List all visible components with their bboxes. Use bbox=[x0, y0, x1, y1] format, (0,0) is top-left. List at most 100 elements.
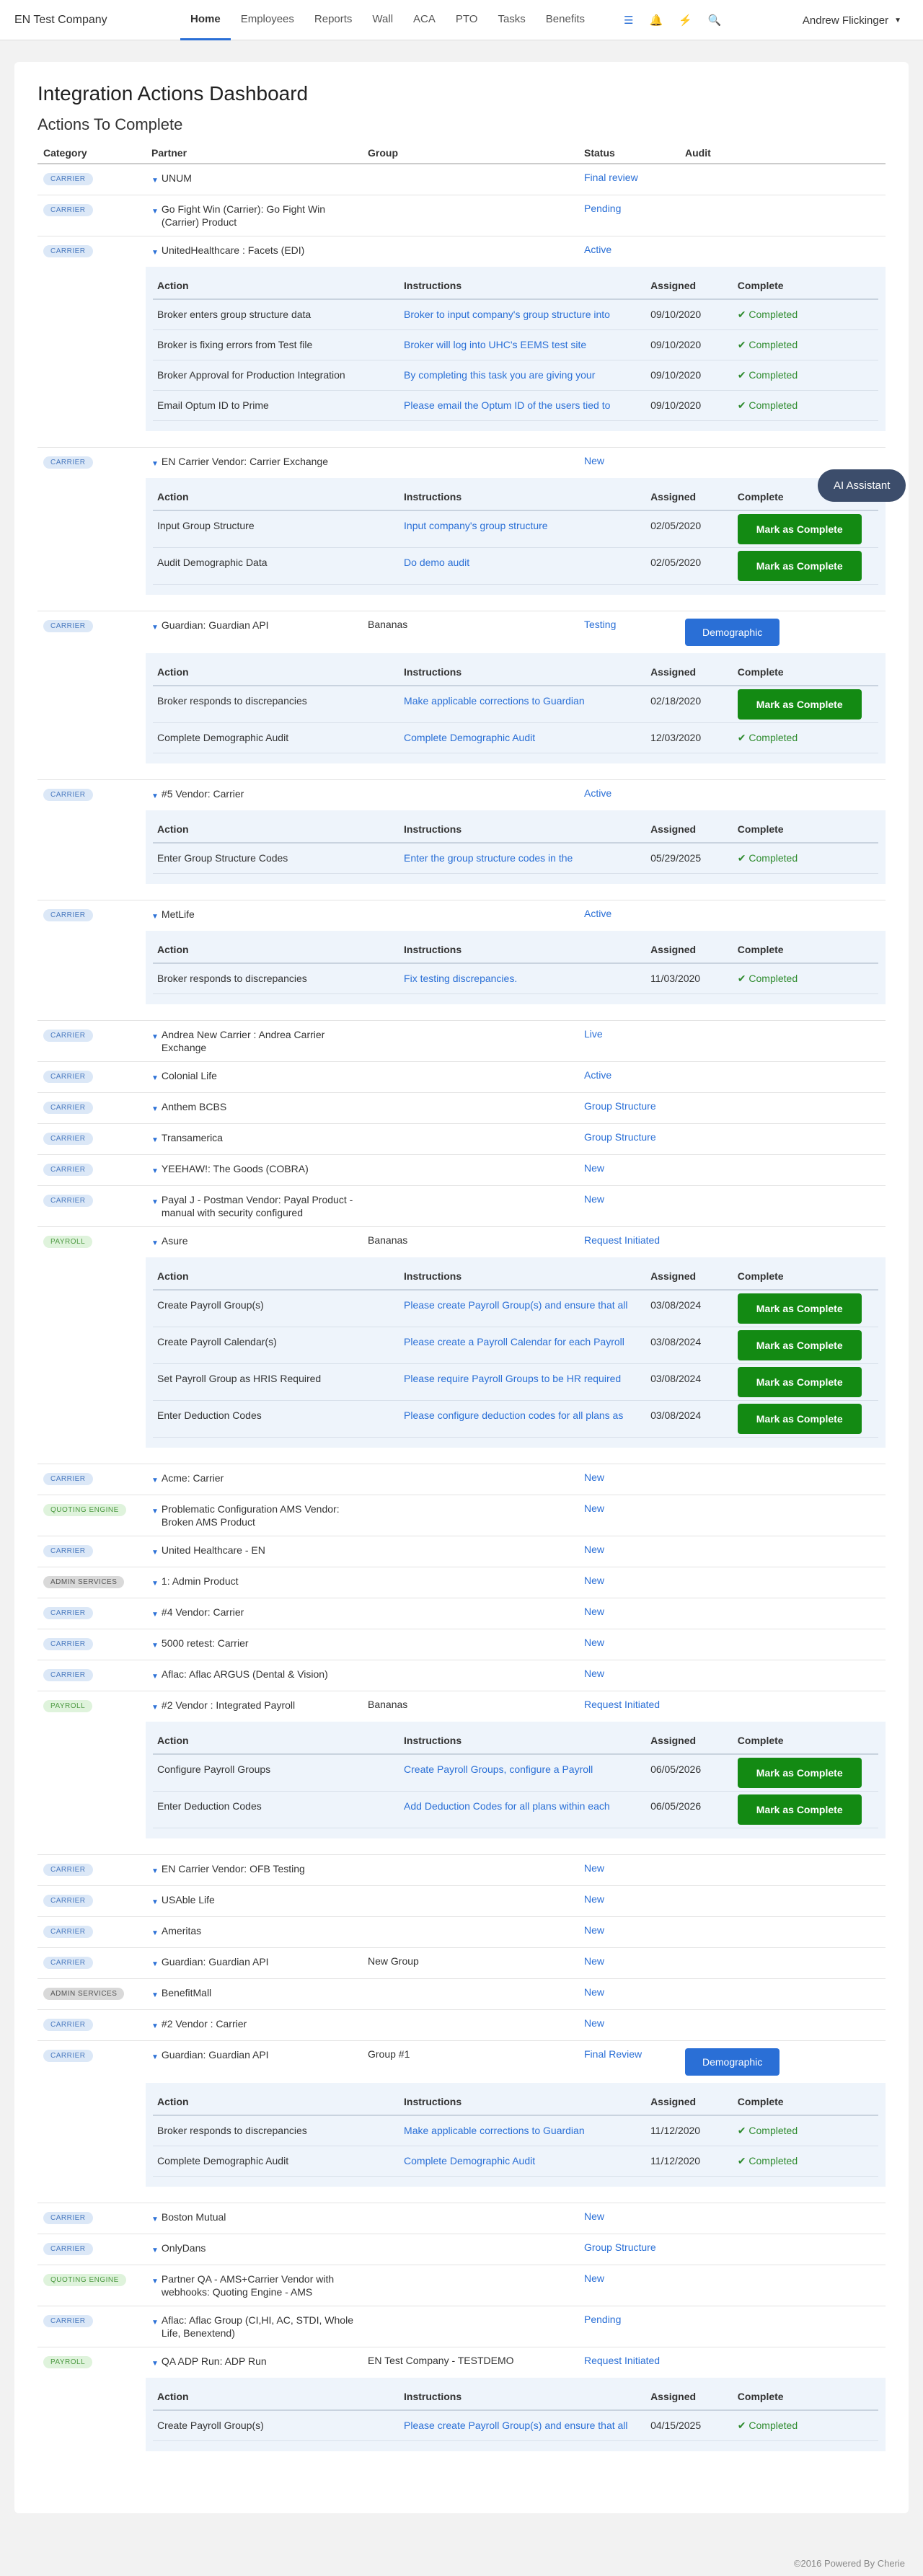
instructions-link[interactable]: Please require Payroll Groups to be HR r… bbox=[399, 1363, 647, 1401]
instructions-link[interactable]: Please create Payroll Group(s) and ensur… bbox=[399, 2410, 647, 2441]
status-link[interactable]: Final Review bbox=[584, 2048, 642, 2060]
partner-toggle[interactable]: ▼ USAble Life bbox=[151, 1893, 356, 1909]
partner-toggle[interactable]: ▼ Go Fight Win (Carrier): Go Fight Win (C… bbox=[151, 203, 356, 229]
partner-toggle[interactable]: ▼ Aflac: Aflac Group (CI,HI, AC, STDI, Wh… bbox=[151, 2314, 356, 2340]
status-link[interactable]: New bbox=[584, 1162, 604, 1174]
partner-toggle[interactable]: ▼ Partner QA - AMS+Carrier Vendor with we… bbox=[151, 2272, 356, 2298]
instructions-link[interactable]: Make applicable corrections to Guardian bbox=[399, 2115, 647, 2146]
status-link[interactable]: New bbox=[584, 1637, 604, 1648]
status-link[interactable]: New bbox=[584, 1668, 604, 1679]
status-link[interactable]: Group Structure bbox=[584, 1131, 656, 1143]
status-link[interactable]: New bbox=[584, 2210, 604, 2222]
mark-as-complete-button[interactable]: Mark as Complete bbox=[737, 1758, 862, 1788]
status-link[interactable]: Active bbox=[584, 908, 611, 919]
nav-link-employees[interactable]: Employees bbox=[231, 0, 304, 40]
instructions-link[interactable]: Please email the Optum ID of the users t… bbox=[399, 390, 647, 421]
status-link[interactable]: New bbox=[584, 1986, 604, 1998]
list-icon[interactable]: ☰ bbox=[624, 14, 633, 27]
partner-toggle[interactable]: ▼ QA ADP Run: ADP Run bbox=[151, 2355, 356, 2371]
bolt-icon[interactable]: ⚡ bbox=[679, 14, 692, 27]
partner-toggle[interactable]: ▼ Acme: Carrier bbox=[151, 1471, 356, 1487]
status-link[interactable]: Active bbox=[584, 787, 611, 799]
instructions-link[interactable]: By completing this task you are giving y… bbox=[399, 360, 647, 391]
instructions-link[interactable]: Make applicable corrections to Guardian bbox=[399, 686, 647, 723]
status-link[interactable]: New bbox=[584, 1471, 604, 1483]
instructions-link[interactable]: Do demo audit bbox=[399, 547, 647, 585]
partner-toggle[interactable]: ▼ Guardian: Guardian API bbox=[151, 619, 356, 634]
status-link[interactable]: New bbox=[584, 1544, 604, 1555]
partner-toggle[interactable]: ▼ OnlyDans bbox=[151, 2241, 356, 2257]
partner-toggle[interactable]: ▼ 1: Admin Product bbox=[151, 1575, 356, 1590]
user-menu[interactable]: Andrew Flickinger ▼ bbox=[803, 0, 901, 40]
demographic-button[interactable]: Demographic bbox=[685, 619, 780, 646]
partner-toggle[interactable]: ▼ Ameritas bbox=[151, 1924, 356, 1940]
partner-toggle[interactable]: ▼ Guardian: Guardian API bbox=[151, 2048, 356, 2064]
status-link[interactable]: New bbox=[584, 1862, 604, 1874]
nav-link-benefits[interactable]: Benefits bbox=[536, 0, 595, 40]
instructions-link[interactable]: Please configure deduction codes for all… bbox=[399, 1400, 647, 1438]
mark-as-complete-button[interactable]: Mark as Complete bbox=[737, 1794, 862, 1825]
instructions-link[interactable]: Fix testing discrepancies. bbox=[399, 963, 647, 994]
partner-toggle[interactable]: ▼ Guardian: Guardian API bbox=[151, 1955, 356, 1971]
partner-toggle[interactable]: ▼ #5 Vendor: Carrier bbox=[151, 787, 356, 803]
nav-link-aca[interactable]: ACA bbox=[403, 0, 446, 40]
mark-as-complete-button[interactable]: Mark as Complete bbox=[737, 514, 862, 544]
status-link[interactable]: Active bbox=[584, 1069, 611, 1081]
status-link[interactable]: Request Initiated bbox=[584, 2355, 660, 2366]
status-link[interactable]: Testing bbox=[584, 619, 616, 630]
bell-icon[interactable]: 🔔 bbox=[649, 14, 663, 27]
partner-toggle[interactable]: ▼ #2 Vendor : Carrier bbox=[151, 2017, 356, 2033]
status-link[interactable]: New bbox=[584, 1193, 604, 1205]
partner-toggle[interactable]: ▼ UnitedHealthcare : Facets (EDI) bbox=[151, 244, 356, 260]
status-link[interactable]: New bbox=[584, 2272, 604, 2284]
partner-toggle[interactable]: ▼ #4 Vendor: Carrier bbox=[151, 1606, 356, 1621]
status-link[interactable]: New bbox=[584, 455, 604, 466]
partner-toggle[interactable]: ▼ UNUM bbox=[151, 172, 356, 187]
partner-toggle[interactable]: ▼ Problematic Configuration AMS Vendor: B… bbox=[151, 1502, 356, 1528]
partner-toggle[interactable]: ▼ Andrea New Carrier : Andrea Carrier Exc… bbox=[151, 1028, 356, 1054]
status-link[interactable]: New bbox=[584, 1575, 604, 1586]
partner-toggle[interactable]: ▼ EN Carrier Vendor: OFB Testing bbox=[151, 1862, 356, 1878]
partner-toggle[interactable]: ▼ BenefitMall bbox=[151, 1986, 356, 2002]
demographic-button[interactable]: Demographic bbox=[685, 2048, 780, 2076]
partner-toggle[interactable]: ▼ Boston Mutual bbox=[151, 2210, 356, 2226]
brand-name[interactable]: EN Test Company bbox=[14, 14, 180, 27]
instructions-link[interactable]: Create Payroll Groups, configure a Payro… bbox=[399, 1754, 647, 1792]
nav-link-wall[interactable]: Wall bbox=[362, 0, 403, 40]
nav-link-reports[interactable]: Reports bbox=[304, 0, 363, 40]
instructions-link[interactable]: Enter the group structure codes in the bbox=[399, 843, 647, 874]
col-header-category[interactable]: Category bbox=[37, 143, 146, 164]
partner-toggle[interactable]: ▼ Transamerica bbox=[151, 1131, 356, 1147]
status-link[interactable]: New bbox=[584, 1893, 604, 1905]
partner-toggle[interactable]: ▼ Anthem BCBS bbox=[151, 1100, 356, 1116]
status-link[interactable]: Group Structure bbox=[584, 2241, 656, 2253]
partner-toggle[interactable]: ▼ Payal J - Postman Vendor: Payal Product… bbox=[151, 1193, 356, 1219]
mark-as-complete-button[interactable]: Mark as Complete bbox=[737, 1404, 862, 1434]
instructions-link[interactable]: Please create a Payroll Calendar for eac… bbox=[399, 1327, 647, 1364]
nav-link-home[interactable]: Home bbox=[180, 0, 231, 40]
instructions-link[interactable]: Please create Payroll Group(s) and ensur… bbox=[399, 1290, 647, 1327]
instructions-link[interactable]: Broker to input company's group structur… bbox=[399, 299, 647, 330]
partner-toggle[interactable]: ▼ YEEHAW!: The Goods (COBRA) bbox=[151, 1162, 356, 1178]
nav-link-tasks[interactable]: Tasks bbox=[487, 0, 535, 40]
instructions-link[interactable]: Input company's group structure bbox=[399, 510, 647, 548]
status-link[interactable]: New bbox=[584, 1606, 604, 1617]
partner-toggle[interactable]: ▼ 5000 retest: Carrier bbox=[151, 1637, 356, 1652]
partner-toggle[interactable]: ▼ Colonial Life bbox=[151, 1069, 356, 1085]
partner-toggle[interactable]: ▼ #2 Vendor : Integrated Payroll bbox=[151, 1699, 356, 1714]
col-header-partner[interactable]: Partner bbox=[146, 143, 362, 164]
status-link[interactable]: New bbox=[584, 1924, 604, 1936]
col-header-group[interactable]: Group bbox=[362, 143, 578, 164]
instructions-link[interactable]: Complete Demographic Audit bbox=[399, 2146, 647, 2177]
mark-as-complete-button[interactable]: Mark as Complete bbox=[737, 689, 862, 720]
col-header-audit[interactable]: Audit bbox=[679, 143, 886, 164]
status-link[interactable]: Active bbox=[584, 244, 611, 255]
mark-as-complete-button[interactable]: Mark as Complete bbox=[737, 1330, 862, 1360]
status-link[interactable]: Final review bbox=[584, 172, 638, 183]
instructions-link[interactable]: Broker will log into UHC's EEMS test sit… bbox=[399, 329, 647, 360]
partner-toggle[interactable]: ▼ Asure bbox=[151, 1234, 356, 1250]
instructions-link[interactable]: Add Deduction Codes for all plans within… bbox=[399, 1791, 647, 1828]
status-link[interactable]: Group Structure bbox=[584, 1100, 656, 1112]
mark-as-complete-button[interactable]: Mark as Complete bbox=[737, 1367, 862, 1397]
status-link[interactable]: New bbox=[584, 1502, 604, 1514]
